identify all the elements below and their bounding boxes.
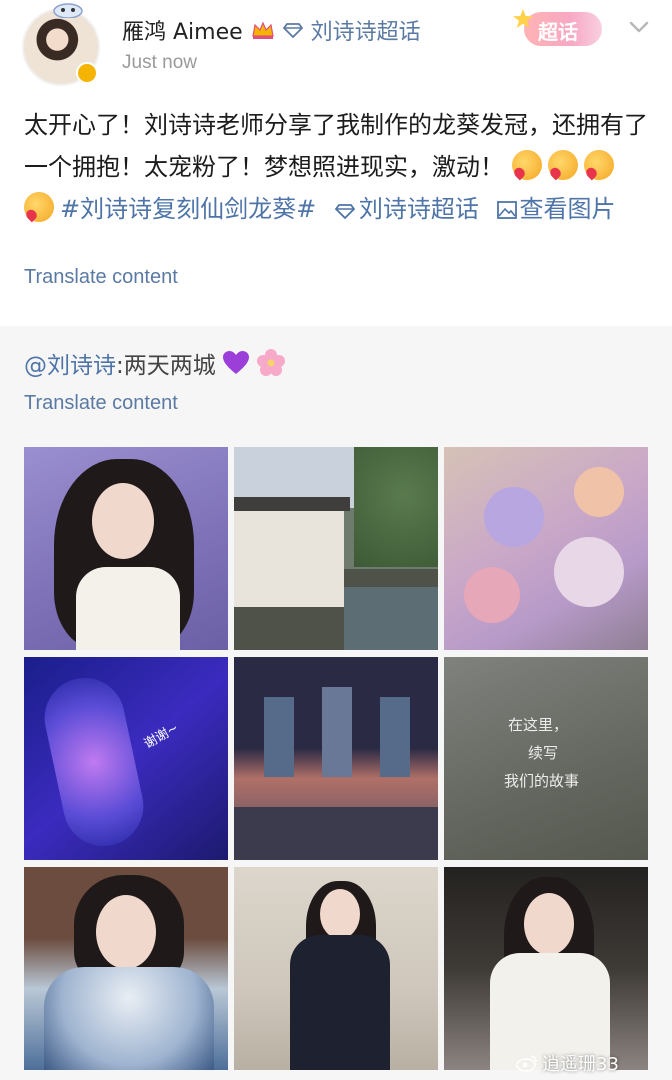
- flower-shape: [464, 567, 520, 623]
- kiss-emoji-icon: [547, 150, 578, 180]
- flower-shape: [554, 537, 624, 607]
- photo-portrait-black-blazer[interactable]: [234, 867, 438, 1070]
- photo-portrait-lace-dress[interactable]: [444, 867, 648, 1070]
- translate-content-link[interactable]: Translate content: [24, 266, 178, 289]
- diamond-icon: [334, 204, 356, 219]
- repost-content: :两天两城: [116, 353, 216, 379]
- thanks-caption: 谢谢~: [141, 720, 182, 752]
- star-icon: [513, 9, 533, 28]
- diamond-icon: [282, 23, 303, 38]
- kiss-emoji-icon: [583, 150, 614, 180]
- lantern-shape: [322, 687, 352, 777]
- post-timestamp: Just now: [122, 52, 197, 73]
- super-topic-badge[interactable]: 超话: [512, 8, 606, 50]
- outfit-shape: [290, 935, 390, 1070]
- watermark: 逍遥珊33: [516, 1050, 619, 1076]
- kiss-emoji-icon: [24, 192, 54, 222]
- repost-translate-link[interactable]: Translate content: [24, 392, 178, 415]
- photo-message-wall[interactable]: 在这里， 续写 我们的故事: [444, 657, 648, 860]
- face-shape: [320, 889, 360, 939]
- post-body: 太开心了！刘诗诗老师分享了我制作的龙葵发冠，还拥有了一个拥抱！太宠粉了！梦想照进…: [24, 104, 654, 230]
- author-name[interactable]: 雁鸿 Aimee: [122, 14, 243, 46]
- verified-badge-icon: [76, 62, 98, 84]
- watermark-text: 逍遥珊33: [542, 1054, 619, 1075]
- face-shape: [92, 483, 154, 559]
- photo-portrait-blue-dress[interactable]: [24, 867, 228, 1070]
- wall-text-line: 我们的故事: [504, 772, 580, 790]
- hashtag-link[interactable]: #刘诗诗复刻仙剑龙葵#: [60, 195, 316, 223]
- wall-text-line: 在这里，: [508, 716, 569, 734]
- tree-shape: [354, 447, 438, 567]
- badge-label: 超话: [538, 20, 578, 44]
- post-header: 雁鸿 Aimee 刘诗诗超话 Just now 超话: [0, 0, 672, 92]
- face-shape: [96, 895, 156, 969]
- author-row: 雁鸿 Aimee 刘诗诗超话: [122, 14, 421, 46]
- canal-water-shape: [344, 587, 438, 650]
- repost-card[interactable]: @刘诗诗 :两天两城 Translate content 谢谢~ 在这里， 续写…: [0, 326, 672, 1080]
- building-shape: [234, 507, 344, 607]
- face-shape: [524, 893, 574, 955]
- outfit-shape: [76, 567, 180, 650]
- roof-shape: [234, 497, 350, 511]
- repost-text: @刘诗诗 :两天两城: [24, 346, 286, 380]
- mention-link[interactable]: @刘诗诗: [24, 346, 116, 380]
- purple-heart-icon: [222, 351, 249, 374]
- flower-shape: [484, 487, 544, 547]
- flower-shape: [574, 467, 624, 517]
- photo-stage-night[interactable]: [234, 657, 438, 860]
- wall-text-line: 续写: [528, 744, 559, 762]
- photo-portrait-white-blouse[interactable]: [24, 447, 228, 650]
- image-icon: [496, 201, 517, 219]
- kiss-emoji-icon: [511, 150, 542, 180]
- cherry-blossom-icon: [256, 349, 285, 376]
- super-topic-link[interactable]: 刘诗诗超话: [311, 14, 421, 46]
- avatar-decoration-icon: [53, 3, 83, 18]
- photo-floral-headpiece[interactable]: 谢谢~: [24, 657, 228, 860]
- lantern-shape: [264, 697, 294, 777]
- chevron-down-icon[interactable]: [626, 14, 652, 40]
- outfit-shape: [44, 967, 214, 1070]
- lantern-shape: [380, 697, 410, 777]
- view-images-link[interactable]: 查看图片: [520, 195, 616, 223]
- photo-canal-town[interactable]: [234, 447, 438, 650]
- super-topic-inline-link[interactable]: 刘诗诗超话: [359, 195, 479, 223]
- headpiece-shape: [37, 670, 151, 854]
- stage-shape: [234, 807, 438, 860]
- crown-icon: [251, 21, 274, 39]
- photo-flower-bouquet[interactable]: [444, 447, 648, 650]
- weibo-icon: [516, 1055, 537, 1072]
